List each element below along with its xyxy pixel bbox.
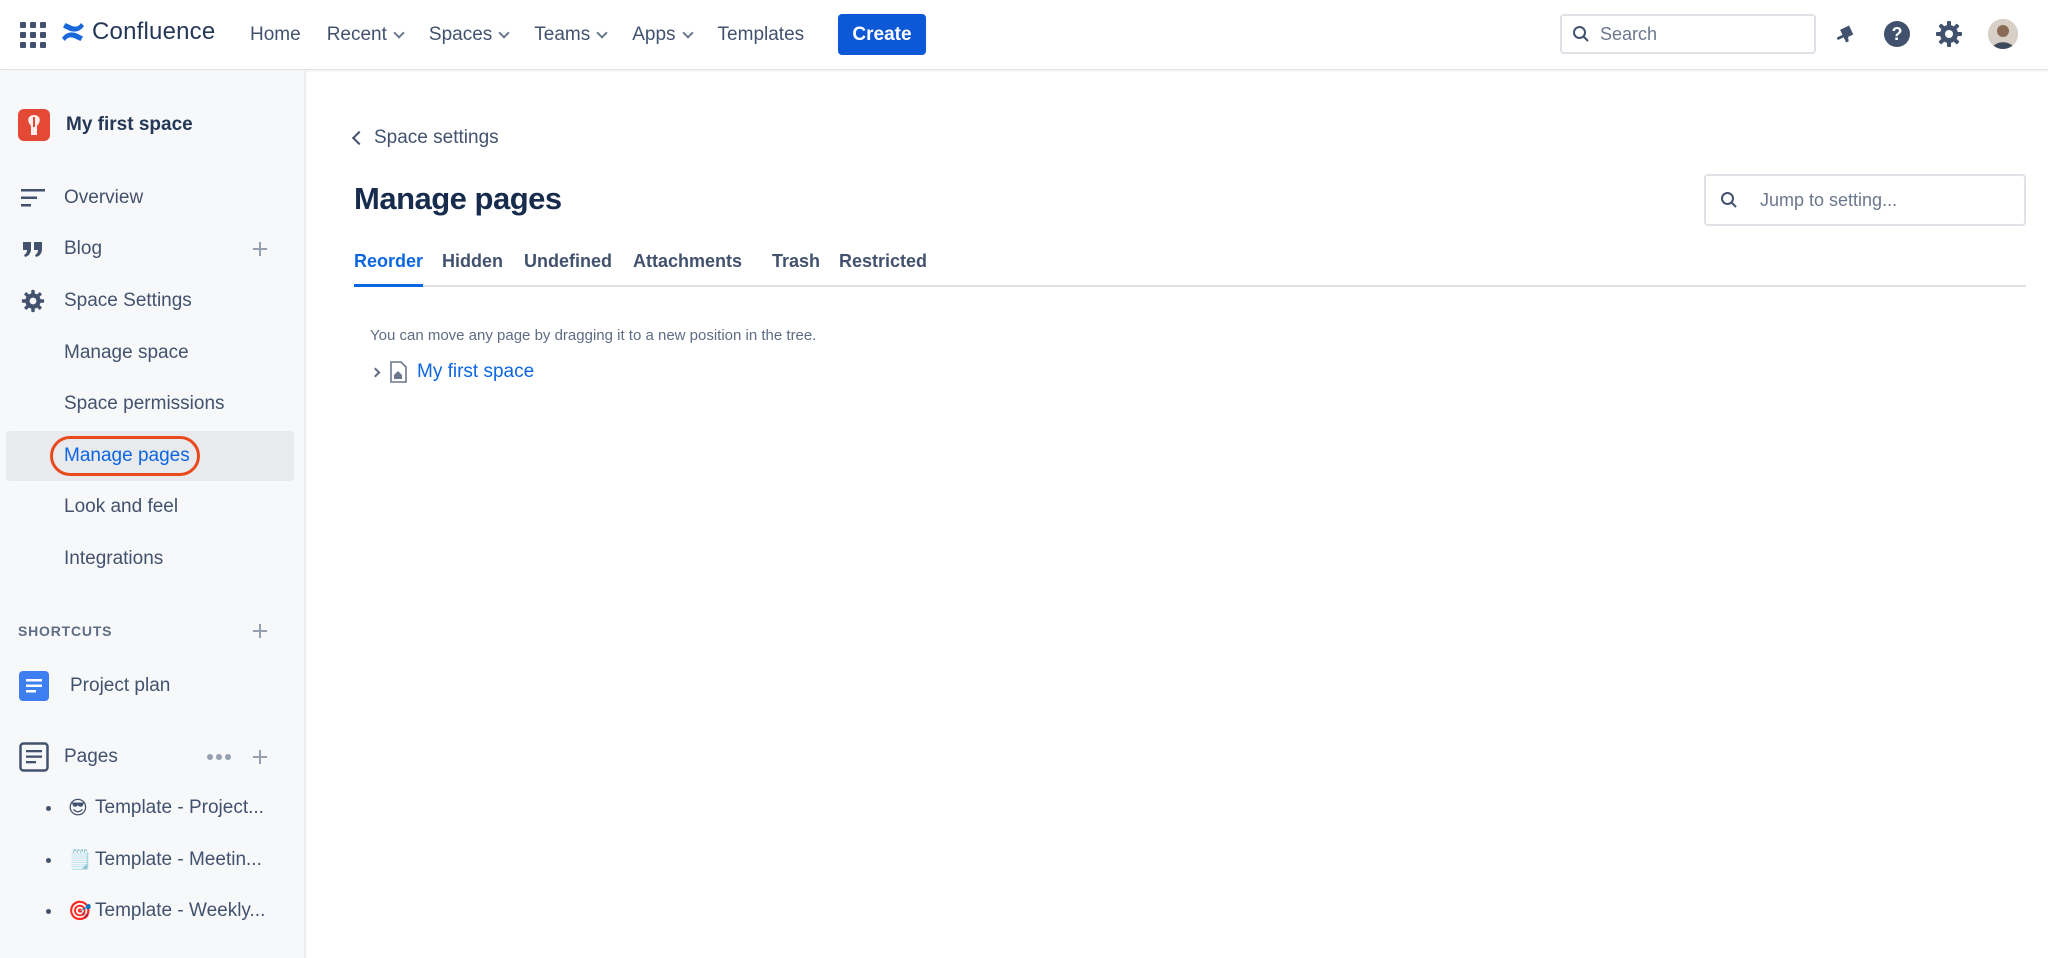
shortcut-project-plan[interactable]: Project plan (0, 661, 300, 711)
settings-icon[interactable] (1935, 20, 1963, 48)
svg-text:?: ? (1892, 24, 1903, 44)
tab-hidden[interactable]: Hidden (442, 251, 503, 287)
sidebar-item-space-settings[interactable]: Space Settings (0, 276, 300, 326)
tab-reorder[interactable]: Reorder (354, 251, 424, 287)
nav-recent[interactable]: Recent (326, 24, 405, 46)
sidebar-item-pages[interactable]: Pages (0, 732, 300, 782)
search-input[interactable]: Search (1560, 14, 1816, 54)
nav-home[interactable]: Home (250, 24, 301, 46)
tree-root-link[interactable]: My first space (417, 361, 534, 383)
sidebar-item-blog[interactable]: Blog (0, 224, 300, 274)
help-icon[interactable]: ? (1883, 20, 1911, 48)
confluence-logo-icon (62, 23, 84, 41)
sidebar-item-overview[interactable]: Overview (0, 173, 300, 223)
add-shortcut-icon[interactable] (250, 621, 270, 641)
sidebar-item-label: Project plan (70, 675, 171, 696)
document-icon (18, 670, 50, 702)
sidebar-item-label: Manage space (64, 342, 189, 363)
add-blog-icon[interactable] (250, 239, 270, 259)
more-options-icon[interactable] (206, 753, 232, 761)
app-switcher-icon[interactable] (20, 22, 46, 48)
pages-icon (18, 741, 50, 773)
main-content: Space settings Manage pages Jump to sett… (308, 71, 2048, 958)
back-to-space-settings-link[interactable]: Space settings (351, 127, 499, 149)
page-title: Template - Project... (95, 797, 264, 818)
main-nav: Home Recent Spaces Teams Apps Templates (250, 0, 830, 70)
tab-trash[interactable]: Trash (772, 251, 820, 287)
nav-spaces-label: Spaces (428, 24, 493, 45)
space-header[interactable]: My first space (18, 109, 193, 141)
chevron-down-icon (596, 27, 608, 39)
home-page-icon (390, 361, 407, 383)
nav-templates[interactable]: Templates (718, 24, 805, 46)
chevron-down-icon (681, 27, 694, 39)
overview-icon (20, 185, 46, 211)
chevron-down-icon (393, 27, 405, 39)
nav-teams[interactable]: Teams (534, 24, 608, 46)
sidebar-item-look-and-feel[interactable]: Look and feel (0, 482, 300, 532)
nav-templates-label: Templates (717, 24, 805, 45)
page-emoji: 🗒️ (68, 850, 92, 871)
page-title: Manage pages (354, 181, 562, 216)
page-emoji: 😎 (68, 797, 88, 819)
page-tree-root: My first space (370, 361, 534, 383)
chevron-down-icon (498, 27, 510, 39)
confluence-logo[interactable]: Confluence (60, 18, 215, 46)
sidebar-item-label: Space Settings (64, 290, 192, 311)
tab-attachments[interactable]: Attachments (633, 251, 742, 287)
page-tree-item[interactable]: 😎 Template - Project... (0, 783, 300, 833)
nav-spaces[interactable]: Spaces (428, 24, 510, 46)
space-avatar-icon (18, 109, 50, 141)
bullet-icon (46, 806, 51, 811)
nav-apps-label: Apps (632, 24, 676, 45)
nav-recent-label: Recent (326, 24, 387, 45)
search-placeholder: Search (1600, 23, 1658, 44)
create-button[interactable]: Create (838, 14, 926, 55)
gear-icon (20, 288, 46, 314)
sidebar-item-space-permissions[interactable]: Space permissions (0, 379, 300, 429)
jump-to-setting-input[interactable]: Jump to setting... (1704, 174, 2026, 226)
nav-teams-label: Teams (534, 24, 591, 45)
highlight-annotation-ring (50, 436, 200, 476)
search-icon (1573, 26, 1589, 42)
sidebar-item-manage-space[interactable]: Manage space (0, 328, 300, 378)
tab-restricted[interactable]: Restricted (839, 251, 927, 287)
sidebar-item-label: Integrations (64, 548, 164, 569)
search-icon (1721, 192, 1737, 208)
page-tree-item[interactable]: 🗒️ Template - Meetin... (0, 835, 300, 885)
profile-avatar[interactable] (1988, 19, 2018, 49)
nav-apps[interactable]: Apps (632, 24, 694, 46)
chevron-right-icon[interactable] (370, 367, 381, 377)
page-title: Template - Meetin... (95, 849, 262, 870)
notifications-icon[interactable] (1832, 20, 1860, 48)
sidebar-item-label: Overview (64, 187, 144, 208)
sidebar-item-label: Pages (64, 746, 118, 767)
space-name: My first space (66, 114, 193, 135)
sidebar-item-integrations[interactable]: Integrations (0, 534, 300, 584)
top-navigation-bar: Confluence Home Recent Spaces Teams Apps… (0, 0, 2048, 70)
reorder-hint-text: You can move any page by dragging it to … (370, 327, 817, 344)
nav-home-label: Home (250, 24, 301, 45)
jump-placeholder: Jump to setting... (1760, 189, 1898, 210)
shortcuts-section-title: SHORTCUTS (18, 623, 113, 639)
sidebar-item-label: Look and feel (64, 496, 179, 517)
tab-undefined[interactable]: Undefined (524, 251, 612, 287)
chevron-left-icon (351, 130, 367, 146)
bullet-icon (46, 909, 51, 914)
page-emoji: 🎯 (68, 901, 92, 922)
bullet-icon (46, 858, 51, 863)
app-name: Confluence (92, 18, 216, 45)
sidebar-item-label: Blog (64, 238, 103, 259)
back-link-label: Space settings (374, 127, 499, 148)
blog-quote-icon (20, 236, 46, 262)
sidebar-item-label: Space permissions (64, 393, 225, 414)
add-page-icon[interactable] (250, 747, 270, 767)
page-tree-item[interactable]: 🎯 Template - Weekly... (0, 886, 300, 936)
page-title: Template - Weekly... (95, 900, 266, 921)
manage-pages-tabs: Reorder Hidden Undefined Attachments Tra… (354, 251, 2026, 287)
